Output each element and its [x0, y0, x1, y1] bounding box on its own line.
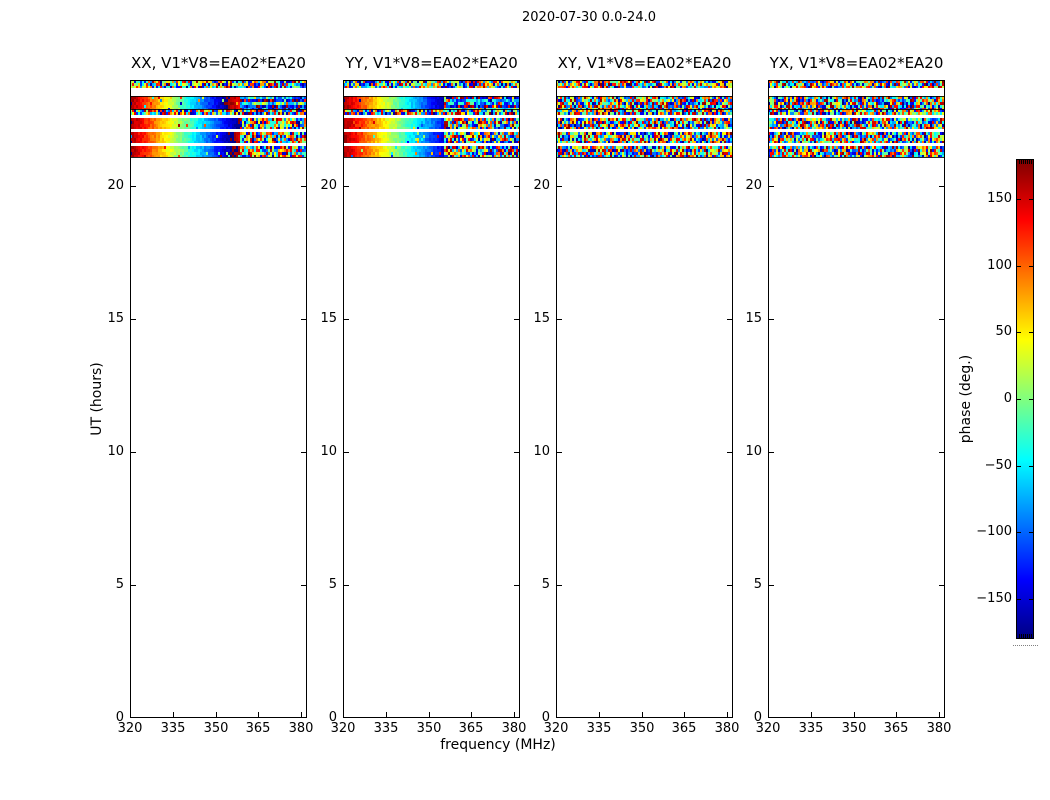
- heatmap-canvas-yx: [768, 80, 945, 718]
- y-tick-label: 20: [745, 178, 762, 193]
- x-tick-label: 365: [883, 721, 909, 736]
- y-tick-label: 5: [541, 577, 550, 592]
- y-tick-label: 0: [115, 710, 124, 725]
- y-tick-label: 15: [533, 311, 550, 326]
- subplot-title-yx: YX, V1*V8=EA02*EA20: [769, 54, 944, 72]
- y-tick-label: 20: [107, 178, 124, 193]
- colorbar-tick-label: 50: [995, 324, 1012, 339]
- x-tick-label: 335: [798, 721, 824, 736]
- x-tick-label: 320: [755, 721, 781, 736]
- x-tick-label: 365: [458, 721, 484, 736]
- x-tick-label: 335: [160, 721, 186, 736]
- x-tick-label: 350: [203, 721, 229, 736]
- heatmap-canvas-xx: [130, 80, 307, 718]
- y-tick-label: 20: [533, 178, 550, 193]
- y-tick-label: 20: [320, 178, 337, 193]
- x-tick-label: 335: [373, 721, 399, 736]
- heatmap-canvas-xy: [556, 80, 733, 718]
- colorbar-tick-label: 100: [987, 258, 1012, 273]
- y-tick-label: 0: [753, 710, 762, 725]
- y-tick-label: 15: [745, 311, 762, 326]
- x-tick-label: 320: [543, 721, 569, 736]
- y-tick-label: 0: [541, 710, 550, 725]
- x-tick-label: 380: [714, 721, 740, 736]
- x-axis-label: frequency (MHz): [440, 737, 556, 753]
- subplot-title-yy: YY, V1*V8=EA02*EA20: [345, 54, 518, 72]
- y-tick-label: 5: [328, 577, 337, 592]
- x-tick-label: 350: [841, 721, 867, 736]
- x-tick-label: 380: [926, 721, 952, 736]
- x-tick-label: 320: [117, 721, 143, 736]
- x-tick-label: 335: [586, 721, 612, 736]
- x-tick-label: 365: [245, 721, 271, 736]
- x-tick-label: 380: [501, 721, 527, 736]
- colorbar-tick-label: −100: [976, 524, 1012, 539]
- y-tick-label: 10: [320, 444, 337, 459]
- subplot-title-xy: XY, V1*V8=EA02*EA20: [557, 54, 732, 72]
- y-tick-label: 0: [328, 710, 337, 725]
- y-tick-label: 10: [745, 444, 762, 459]
- colorbar-end-dashes: [1013, 645, 1038, 646]
- x-tick-label: 350: [416, 721, 442, 736]
- y-axis-label: UT (hours): [89, 362, 105, 436]
- colorbar-canvas: [1016, 159, 1034, 639]
- y-tick-label: 10: [533, 444, 550, 459]
- figure: 2020-07-30 0.0-24.0 XX, V1*V8=EA02*EA20 …: [0, 0, 1050, 800]
- x-tick-label: 350: [629, 721, 655, 736]
- y-tick-label: 5: [115, 577, 124, 592]
- y-tick-label: 15: [107, 311, 124, 326]
- figure-title: 2020-07-30 0.0-24.0: [522, 10, 656, 25]
- colorbar-label: phase (deg.): [958, 354, 974, 444]
- colorbar-tick-label: 150: [987, 191, 1012, 206]
- y-tick-label: 15: [320, 311, 337, 326]
- x-tick-label: 320: [330, 721, 356, 736]
- x-tick-label: 380: [288, 721, 314, 736]
- colorbar-tick-label: −150: [976, 591, 1012, 606]
- x-tick-label: 365: [671, 721, 697, 736]
- colorbar-tick-label: −50: [984, 458, 1012, 473]
- colorbar-tick-label: 0: [1003, 391, 1012, 406]
- heatmap-canvas-yy: [343, 80, 520, 718]
- subplot-title-xx: XX, V1*V8=EA02*EA20: [131, 54, 306, 72]
- y-tick-label: 5: [753, 577, 762, 592]
